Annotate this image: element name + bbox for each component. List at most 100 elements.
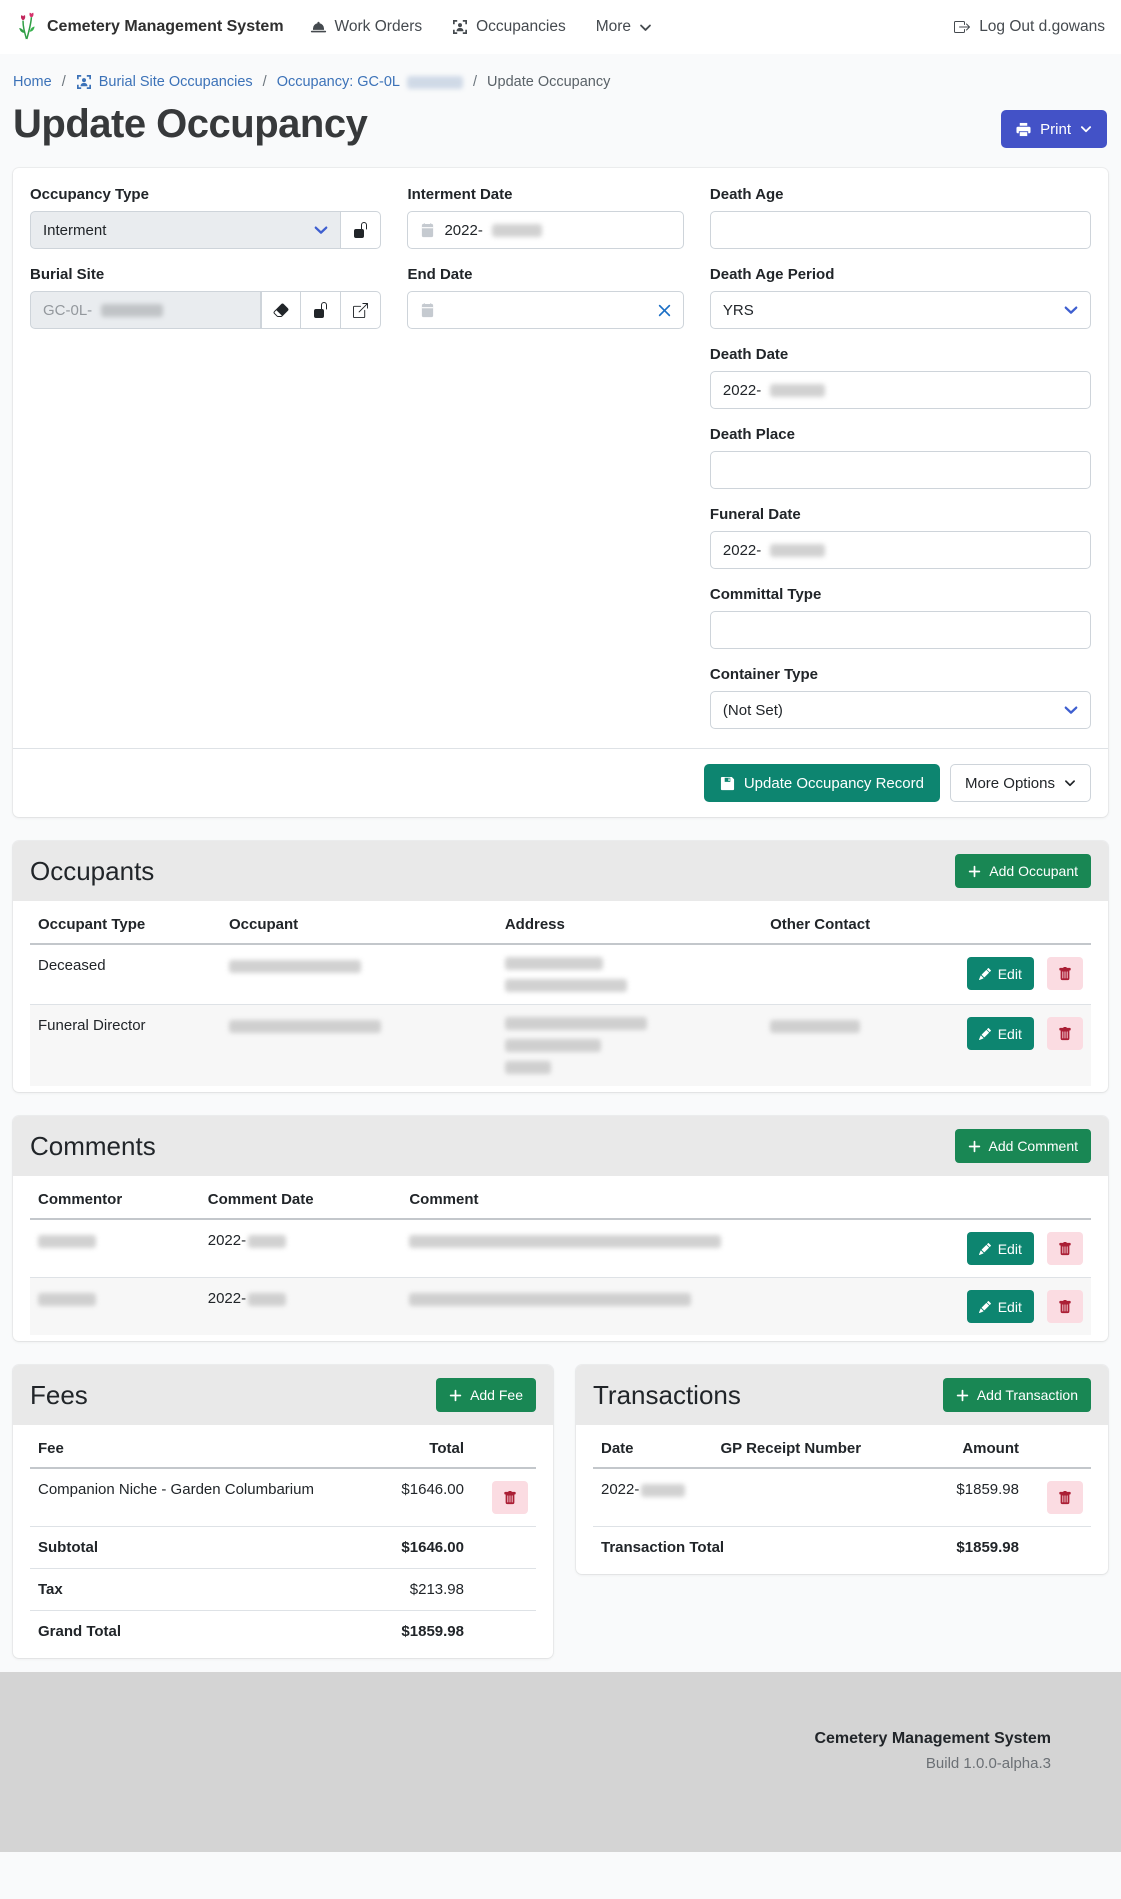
grand-total-row: Grand Total $1859.98: [30, 1611, 536, 1653]
actions-cell: Edit: [942, 1005, 1091, 1087]
burial-site-clear-button[interactable]: [261, 291, 301, 329]
delete-occupant-button[interactable]: [1047, 957, 1083, 990]
death-place-field: Death Place: [710, 426, 1091, 489]
edit-occupant-button[interactable]: Edit: [967, 1017, 1034, 1050]
footer-build-version: Build 1.0.0-alpha.3: [70, 1755, 1051, 1772]
end-date-label: End Date: [407, 266, 683, 283]
logout-label: Log Out d.gowans: [979, 18, 1105, 36]
funeral-date-label: Funeral Date: [710, 506, 1091, 523]
occupancy-type-select[interactable]: Interment: [30, 211, 341, 249]
chevron-down-icon: [1064, 777, 1076, 789]
nav-item-more[interactable]: More: [596, 18, 652, 36]
commentor-cell: [30, 1219, 200, 1278]
print-button[interactable]: Print: [1001, 110, 1107, 148]
occupancy-type-label: Occupancy Type: [30, 186, 381, 203]
death-age-period-select[interactable]: YRS: [710, 291, 1091, 329]
nav-item-work-orders[interactable]: Work Orders: [310, 18, 423, 36]
plus-icon: [968, 1140, 981, 1153]
redacted-text: [101, 304, 163, 317]
actions-cell: Edit: [942, 1219, 1091, 1278]
grand-total-value: $1859.98: [362, 1611, 472, 1653]
clear-x-icon[interactable]: [658, 304, 671, 317]
burial-site-unlock-button[interactable]: [301, 291, 341, 329]
add-comment-label: Add Comment: [989, 1138, 1078, 1154]
redacted-text: [505, 1017, 647, 1030]
delete-fee-button[interactable]: [492, 1481, 528, 1514]
breadcrumb-separator: /: [263, 74, 267, 90]
death-age-input[interactable]: [710, 211, 1091, 249]
nav-item-label: Work Orders: [335, 18, 423, 36]
column-header: Date: [593, 1425, 713, 1468]
form-column-left: Occupancy Type Interment: [30, 186, 381, 746]
table-row: 2022- Edit: [30, 1219, 1091, 1278]
add-occupant-button[interactable]: Add Occupant: [955, 854, 1091, 888]
committal-type-input[interactable]: [710, 611, 1091, 649]
delete-comment-button[interactable]: [1047, 1232, 1083, 1265]
add-fee-button[interactable]: Add Fee: [436, 1378, 536, 1412]
trash-icon: [503, 1491, 517, 1505]
column-header: Occupant Type: [30, 901, 221, 944]
column-header: Fee: [30, 1425, 362, 1468]
burial-site-open-link-button[interactable]: [341, 291, 381, 329]
end-date-field: End Date: [407, 266, 683, 329]
grand-total-label: Grand Total: [30, 1611, 362, 1653]
trash-icon: [1058, 1242, 1072, 1256]
chevron-down-icon: [1080, 123, 1092, 135]
edit-label: Edit: [998, 1241, 1022, 1257]
chevron-down-icon: [639, 21, 652, 34]
occupancy-type-unlock-button[interactable]: [341, 211, 381, 249]
delete-transaction-button[interactable]: [1047, 1481, 1083, 1514]
interment-date-input[interactable]: 2022-: [407, 211, 683, 249]
bottom-row: Fees Add Fee Fee Total: [13, 1365, 1108, 1658]
add-transaction-button[interactable]: Add Transaction: [943, 1378, 1091, 1412]
pencil-icon: [979, 1301, 991, 1313]
edit-comment-button[interactable]: Edit: [967, 1290, 1034, 1323]
navbar-brand[interactable]: Cemetery Management System: [16, 12, 284, 42]
breadcrumb-burial-site-occupancies[interactable]: Burial Site Occupancies: [76, 74, 253, 90]
tulip-logo-icon: [16, 12, 38, 42]
comment-cell: [401, 1278, 942, 1336]
table-row: Deceased Edit: [30, 944, 1091, 1005]
delete-occupant-button[interactable]: [1047, 1017, 1083, 1050]
breadcrumb-occupancy[interactable]: Occupancy: GC-0L: [277, 74, 463, 90]
edit-occupant-button[interactable]: Edit: [967, 957, 1034, 990]
delete-comment-button[interactable]: [1047, 1290, 1083, 1323]
edit-comment-button[interactable]: Edit: [967, 1232, 1034, 1265]
container-type-select[interactable]: (Not Set): [710, 691, 1091, 729]
commentor-cell: [30, 1278, 200, 1336]
death-age-period-label: Death Age Period: [710, 266, 1091, 283]
end-date-input[interactable]: [407, 291, 683, 329]
more-options-button[interactable]: More Options: [950, 764, 1091, 802]
column-header: Occupant: [221, 901, 497, 944]
fee-name-cell: Companion Niche - Garden Columbarium: [30, 1468, 362, 1527]
death-place-input[interactable]: [710, 451, 1091, 489]
occupancy-type-field: Occupancy Type Interment: [30, 186, 381, 249]
burial-site-value: GC-0L-: [43, 302, 92, 319]
transaction-total-value: $1859.98: [907, 1527, 1027, 1569]
breadcrumb-separator: /: [62, 74, 66, 90]
committal-type-label: Committal Type: [710, 586, 1091, 603]
nav-item-occupancies[interactable]: Occupancies: [452, 18, 566, 36]
interment-date-value: 2022-: [444, 222, 482, 239]
breadcrumb-home[interactable]: Home: [13, 74, 52, 90]
funeral-date-input[interactable]: 2022-: [710, 531, 1091, 569]
comment-date-prefix: 2022-: [208, 1232, 246, 1249]
column-header: [942, 901, 1091, 944]
logout-button[interactable]: Log Out d.gowans: [954, 18, 1105, 36]
redacted-text: [229, 1020, 381, 1033]
occupant-cell: [221, 944, 497, 1005]
update-occupancy-record-button[interactable]: Update Occupancy Record: [704, 764, 940, 802]
logout-icon: [954, 19, 970, 35]
fees-title: Fees: [30, 1380, 88, 1411]
occupants-body: Occupant Type Occupant Address Other Con…: [13, 901, 1108, 1092]
subtotal-label: Subtotal: [30, 1527, 362, 1569]
burial-site-input[interactable]: GC-0L-: [30, 291, 261, 329]
death-age-field: Death Age: [710, 186, 1091, 249]
add-comment-button[interactable]: Add Comment: [955, 1129, 1091, 1163]
more-options-label: More Options: [965, 775, 1055, 792]
trash-icon: [1058, 1491, 1072, 1505]
death-date-input[interactable]: 2022-: [710, 371, 1091, 409]
update-occupancy-record-label: Update Occupancy Record: [744, 775, 924, 792]
redacted-text: [492, 224, 542, 237]
unlock-icon: [353, 222, 369, 238]
